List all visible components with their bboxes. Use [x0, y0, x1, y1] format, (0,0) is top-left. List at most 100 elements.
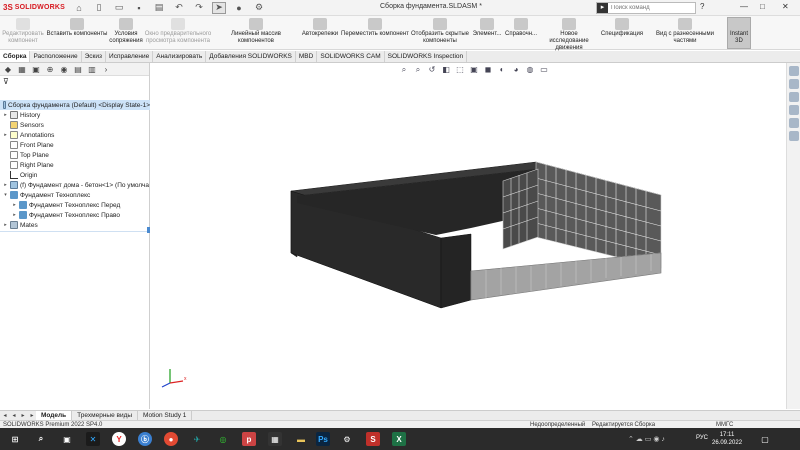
- display-manager-icon[interactable]: ◉: [59, 64, 69, 74]
- maximize-button[interactable]: □: [760, 2, 765, 11]
- move-component-button[interactable]: Переместить компонент: [341, 18, 409, 38]
- solidworks-resources-icon[interactable]: [788, 66, 799, 76]
- first-tab-arrow-icon[interactable]: ◂: [1, 412, 9, 420]
- command-search[interactable]: ▸: [596, 2, 696, 14]
- tab-layout[interactable]: Расположение: [30, 51, 82, 62]
- save-icon[interactable]: ▪: [132, 2, 146, 14]
- close-button[interactable]: ✕: [782, 2, 789, 11]
- edit-component-button[interactable]: Редактировать компонент: [2, 18, 44, 45]
- graphics-area[interactable]: ⌕ ⌕ ↺ ◧ ⬚ ▣ ◼ ◐ ◕ ◍ ▭ x: [151, 63, 786, 409]
- tree-item-technoplex-right[interactable]: ▸ Фундамент Техноплекс Право: [12, 210, 120, 220]
- tree-item-technoplex-folder[interactable]: ▾ Фундамент Техноплекс: [3, 190, 90, 200]
- notifications-icon[interactable]: ▢: [758, 432, 772, 446]
- file-explorer-icon[interactable]: [788, 92, 799, 102]
- messenger-icon[interactable]: ●: [164, 432, 178, 446]
- expand-arrow-icon[interactable]: ▸: [3, 132, 8, 138]
- tab-model[interactable]: Модель: [36, 411, 73, 420]
- windows-start-icon[interactable]: ⊞: [8, 432, 22, 446]
- expand-arrow-icon[interactable]: ▸: [3, 112, 8, 118]
- linear-pattern-button[interactable]: Линейный массив компонентов: [213, 18, 299, 45]
- show-hidden-components-button[interactable]: Отобразить скрытые компоненты: [410, 18, 470, 45]
- expand-arrow-icon[interactable]: ▸: [3, 222, 8, 228]
- tray-icons[interactable]: ⌃ ☁ ▭ ◉ ♪: [628, 435, 665, 443]
- excel-icon[interactable]: X: [392, 432, 406, 446]
- telegram-icon[interactable]: ✈: [190, 432, 204, 446]
- assembly-features-button[interactable]: Элемент...: [471, 18, 503, 38]
- collapse-arrow-icon[interactable]: ▾: [3, 192, 8, 198]
- cam-operation-icon[interactable]: ▥: [87, 64, 97, 74]
- tree-item-front-plane[interactable]: Front Plane: [3, 140, 54, 150]
- tree-item-concrete-foundation[interactable]: ▸ (f) Фундамент дома - бетон<1> (По умолч…: [3, 180, 149, 190]
- assembly-model[interactable]: x: [151, 63, 786, 409]
- settings-gear-icon[interactable]: ⚙: [340, 432, 354, 446]
- tab-assembly[interactable]: Сборка: [0, 51, 31, 62]
- smart-fasteners-button[interactable]: Автокрепежи: [300, 18, 340, 38]
- yandex-browser-icon[interactable]: Y: [112, 432, 126, 446]
- property-manager-icon[interactable]: ▦: [17, 64, 27, 74]
- tab-3d-views[interactable]: Трехмерные виды: [72, 411, 139, 420]
- feature-tree-icon[interactable]: ◆: [3, 64, 13, 74]
- assembly-root-node[interactable]: Сборка фундамента (Default) <Display Sta…: [0, 100, 150, 110]
- search-input[interactable]: [608, 5, 694, 11]
- exploded-view-button[interactable]: Вид с разнесенными частями: [645, 18, 725, 45]
- tab-markup[interactable]: Исправление: [106, 51, 154, 62]
- tree-item-right-plane[interactable]: Right Plane: [3, 160, 54, 170]
- solidworks-taskbar-icon[interactable]: S: [366, 432, 380, 446]
- tab-mbd[interactable]: MBD: [296, 51, 318, 62]
- custom-properties-icon[interactable]: [788, 131, 799, 141]
- tree-item-origin[interactable]: Origin: [3, 170, 37, 180]
- cam-feature-icon[interactable]: ▤: [73, 64, 83, 74]
- system-clock[interactable]: 17:11 26.09.2022: [712, 431, 742, 447]
- tree-item-technoplex-front[interactable]: ▸ Фундамент Техноплекс Перед: [12, 200, 120, 210]
- tab-inspection[interactable]: SOLIDWORKS Inspection: [385, 51, 468, 62]
- undo-icon[interactable]: ↶: [172, 2, 186, 14]
- options-gear-icon[interactable]: ⚙: [252, 2, 266, 14]
- new-motion-study-button[interactable]: Новое исследование движения: [540, 18, 598, 52]
- last-tab-arrow-icon[interactable]: ▸: [28, 412, 36, 420]
- expand-arrow-icon[interactable]: ▸: [3, 182, 8, 188]
- insert-components-button[interactable]: Вставить компоненты: [46, 18, 108, 38]
- whatsapp-icon[interactable]: ◎: [216, 432, 230, 446]
- filter-icon[interactable]: ⊽: [0, 76, 149, 87]
- help-icon[interactable]: ?: [700, 2, 704, 11]
- tree-item-history[interactable]: ▸ History: [3, 110, 40, 120]
- tree-item-sensors[interactable]: Sensors: [3, 120, 44, 130]
- print-icon[interactable]: ▤: [152, 2, 166, 14]
- select-arrow-icon[interactable]: ➤: [212, 1, 226, 14]
- next-tab-arrow-icon[interactable]: ▸: [19, 412, 27, 420]
- rebuild-icon[interactable]: ●: [232, 2, 246, 14]
- new-document-icon[interactable]: ▯: [92, 2, 106, 14]
- photoshop-icon[interactable]: Ps: [316, 432, 330, 446]
- vpn-app-icon[interactable]: ✕: [86, 432, 100, 446]
- dimxpert-icon[interactable]: ⊕: [45, 64, 55, 74]
- mate-button[interactable]: Условия сопряжения: [108, 18, 144, 45]
- tab-evaluate[interactable]: Анализировать: [153, 51, 207, 62]
- tree-item-top-plane[interactable]: Top Plane: [3, 150, 49, 160]
- panel-more-icon[interactable]: ›: [101, 64, 111, 74]
- expand-arrow-icon[interactable]: ▸: [12, 202, 17, 208]
- solidworks-logo[interactable]: 3S SOLIDWORKS: [0, 3, 65, 12]
- tree-item-mates[interactable]: ▸ Mates: [3, 220, 38, 230]
- tab-sketch[interactable]: Эскиз: [82, 51, 107, 62]
- search-icon[interactable]: ⌕: [34, 432, 48, 446]
- design-library-icon[interactable]: [788, 79, 799, 89]
- tree-item-annotations[interactable]: ▸ Annotations: [3, 130, 54, 140]
- home-icon[interactable]: ⌂: [72, 2, 86, 14]
- task-view-icon[interactable]: ▣: [60, 432, 74, 446]
- tab-cam[interactable]: SOLIDWORKS CAM: [317, 51, 385, 62]
- open-folder-icon[interactable]: ▭: [112, 2, 126, 14]
- input-language[interactable]: РУС: [696, 435, 708, 441]
- instant3d-button[interactable]: Instant 3D: [727, 17, 751, 49]
- tab-motion-study[interactable]: Motion Study 1: [138, 411, 193, 420]
- view-palette-icon[interactable]: [788, 105, 799, 115]
- reference-geometry-button[interactable]: Справочн...: [504, 18, 538, 38]
- folder-explorer-icon[interactable]: ▬: [294, 432, 308, 446]
- tab-addins[interactable]: Добавления SOLIDWORKS: [206, 51, 296, 62]
- file-manager-icon[interactable]: ▦: [268, 432, 282, 446]
- configuration-icon[interactable]: ▣: [31, 64, 41, 74]
- minimize-button[interactable]: —: [740, 2, 748, 11]
- redo-icon[interactable]: ↷: [192, 2, 206, 14]
- expand-arrow-icon[interactable]: ▸: [12, 212, 17, 218]
- prev-tab-arrow-icon[interactable]: ◂: [10, 412, 18, 420]
- panel-collapse-handle[interactable]: [147, 227, 150, 233]
